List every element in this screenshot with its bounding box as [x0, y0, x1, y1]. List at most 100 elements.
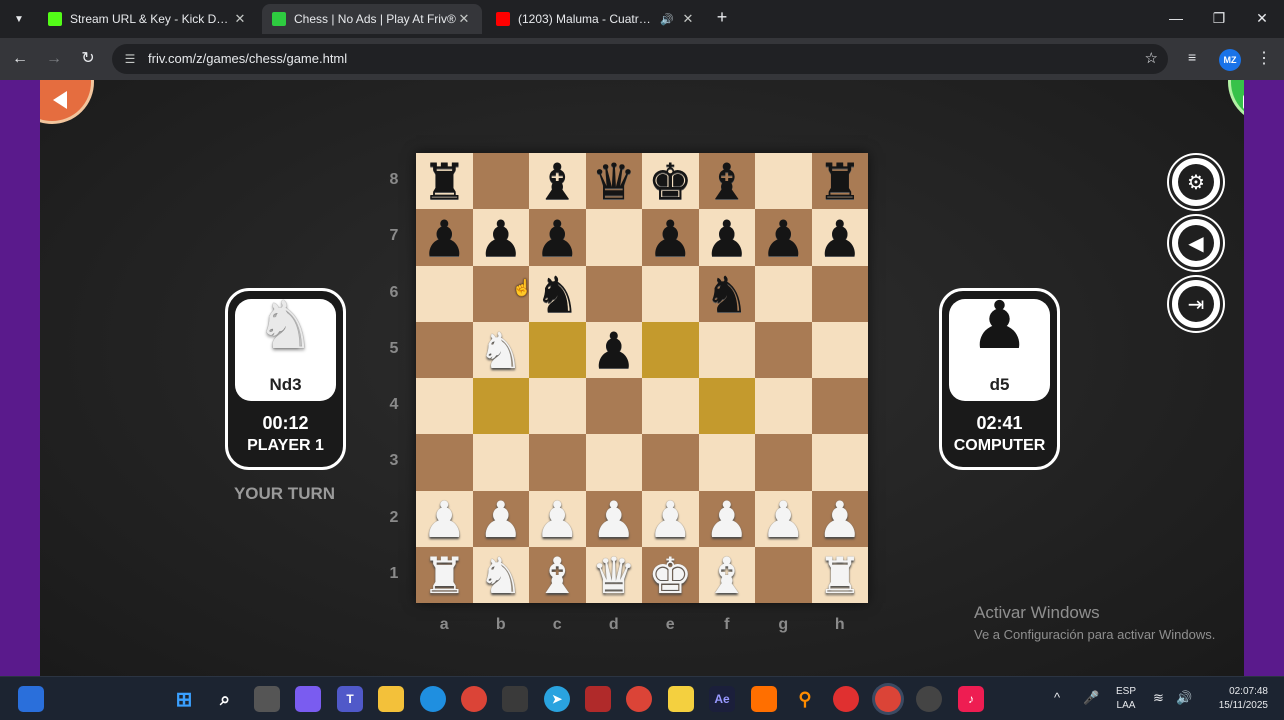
black-queen-icon[interactable]: ♛: [586, 153, 643, 209]
square-c1[interactable]: ♝: [529, 546, 586, 603]
white-pawn-icon[interactable]: ♟: [416, 491, 473, 547]
square-g5[interactable]: [755, 321, 812, 378]
black-pawn-icon[interactable]: ♟: [755, 209, 812, 265]
square-d2[interactable]: ♟: [585, 490, 643, 547]
back-arrow-icon[interactable]: ←: [9, 48, 31, 70]
white-pawn-icon[interactable]: ♟: [473, 491, 530, 547]
black-bishop-icon[interactable]: ♝: [699, 153, 756, 209]
square-a2[interactable]: ♟: [416, 490, 473, 547]
black-pawn-icon[interactable]: ♟: [529, 209, 586, 265]
white-knight-icon[interactable]: ♞: [473, 322, 530, 378]
sound-button[interactable]: ◀: [1169, 216, 1223, 270]
square-c7[interactable]: ♟: [529, 209, 586, 266]
square-h5[interactable]: [811, 321, 868, 378]
square-e7[interactable]: ♟: [642, 209, 699, 266]
square-d3[interactable]: [585, 434, 642, 491]
record-app-icon[interactable]: [833, 686, 859, 712]
black-knight-icon[interactable]: ♞: [529, 266, 586, 322]
volume-icon[interactable]: 🔊: [1176, 690, 1192, 706]
white-pawn-icon[interactable]: ♟: [529, 491, 586, 547]
square-f8[interactable]: ♝: [698, 153, 756, 210]
square-g8[interactable]: [755, 153, 812, 210]
square-e1[interactable]: ♚: [642, 546, 699, 603]
square-h1[interactable]: ♜: [811, 546, 868, 603]
square-c8[interactable]: ♝: [529, 153, 586, 210]
microphone-icon[interactable]: 🎤: [1083, 690, 1099, 706]
copilot-icon[interactable]: [295, 686, 321, 712]
square-e4[interactable]: [642, 378, 699, 435]
address-bar[interactable]: ☰ friv.com/z/games/chess/game.html ☆: [112, 44, 1168, 74]
square-a1[interactable]: ♜: [416, 546, 473, 603]
after-effects-icon[interactable]: Ae: [709, 686, 735, 712]
square-d8[interactable]: ♛: [585, 153, 643, 210]
square-c3[interactable]: [529, 434, 586, 491]
square-e6[interactable]: [642, 265, 699, 322]
black-pawn-icon[interactable]: ♟: [642, 209, 699, 265]
white-rook-icon[interactable]: ♜: [416, 547, 473, 603]
white-pawn-icon[interactable]: ♟: [699, 491, 756, 547]
chrome-active-icon[interactable]: [875, 686, 901, 712]
chrome-profile-icon[interactable]: [626, 686, 652, 712]
search-icon[interactable]: ⌕: [212, 686, 238, 712]
white-bishop-icon[interactable]: ♝: [529, 547, 586, 603]
bookmark-star-icon[interactable]: ☆: [1145, 49, 1158, 67]
exit-button[interactable]: ⇥: [1169, 277, 1223, 331]
widgets-icon[interactable]: [18, 686, 44, 712]
white-pawn-icon[interactable]: ♟: [812, 491, 869, 547]
square-g3[interactable]: [755, 434, 812, 491]
system-clock[interactable]: 02:07:48 15/11/2025: [1198, 685, 1268, 713]
square-c4[interactable]: [529, 378, 586, 435]
white-king-icon[interactable]: ♚: [642, 547, 699, 603]
square-b7[interactable]: ♟: [472, 209, 530, 266]
black-rook-icon[interactable]: ♜: [812, 153, 869, 209]
square-f3[interactable]: [698, 434, 755, 491]
minimize-icon[interactable]: —: [1164, 8, 1188, 28]
square-g6[interactable]: [755, 265, 812, 322]
white-knight-icon[interactable]: ♞: [473, 547, 530, 603]
square-a6[interactable]: [416, 265, 473, 322]
square-c5[interactable]: [529, 321, 586, 378]
square-e5[interactable]: [642, 321, 699, 378]
square-g4[interactable]: [755, 378, 812, 435]
wifi-icon[interactable]: ≋: [1153, 690, 1164, 706]
square-a4[interactable]: [416, 378, 473, 435]
square-h2[interactable]: ♟: [811, 490, 869, 547]
obs-icon[interactable]: [916, 686, 942, 712]
square-a7[interactable]: ♟: [416, 209, 473, 266]
task-view-icon[interactable]: [254, 686, 280, 712]
square-d7[interactable]: [585, 209, 642, 266]
settings-button[interactable]: ⚙: [1169, 155, 1223, 209]
reload-icon[interactable]: ↻: [77, 48, 99, 70]
tab-audio-icon[interactable]: 🔊: [660, 13, 674, 26]
black-king-icon[interactable]: ♚: [642, 153, 699, 209]
square-b3[interactable]: [472, 434, 529, 491]
search-app-icon[interactable]: ⚲: [792, 686, 818, 712]
square-a5[interactable]: [416, 321, 473, 378]
language-indicator[interactable]: ESP LAA: [1112, 685, 1140, 713]
black-pawn-icon[interactable]: ♟: [699, 209, 756, 265]
square-c2[interactable]: ♟: [529, 490, 586, 547]
edge-icon[interactable]: [420, 686, 446, 712]
white-pawn-icon[interactable]: ♟: [586, 491, 643, 547]
square-f5[interactable]: [698, 321, 755, 378]
tab-chess-friv[interactable]: Chess | No Ads | Play At Friv® ✕: [262, 4, 482, 34]
black-pawn-icon[interactable]: ♟: [416, 209, 473, 265]
chrome-icon[interactable]: [461, 686, 487, 712]
close-window-icon[interactable]: ✕: [1250, 8, 1274, 28]
new-tab-plus-icon[interactable]: +: [712, 8, 732, 28]
black-pawn-icon[interactable]: ♟: [812, 209, 869, 265]
square-h7[interactable]: ♟: [811, 209, 869, 266]
square-e2[interactable]: ♟: [642, 490, 699, 547]
square-h8[interactable]: ♜: [811, 153, 869, 210]
white-pawn-icon[interactable]: ♟: [642, 491, 699, 547]
fl-studio-icon[interactable]: [751, 686, 777, 712]
black-pawn-icon[interactable]: ♟: [473, 209, 530, 265]
menu-kebab-icon[interactable]: ⋮: [1256, 48, 1272, 68]
tab-close-icon[interactable]: ✕: [680, 11, 696, 27]
square-b2[interactable]: ♟: [472, 490, 530, 547]
square-e8[interactable]: ♚: [642, 153, 699, 210]
forward-arrow-icon[interactable]: →: [43, 48, 65, 70]
media-controls-icon[interactable]: ≡: [1188, 49, 1196, 65]
windows-start-icon[interactable]: ⊞: [171, 686, 197, 712]
square-b8[interactable]: [472, 153, 529, 210]
